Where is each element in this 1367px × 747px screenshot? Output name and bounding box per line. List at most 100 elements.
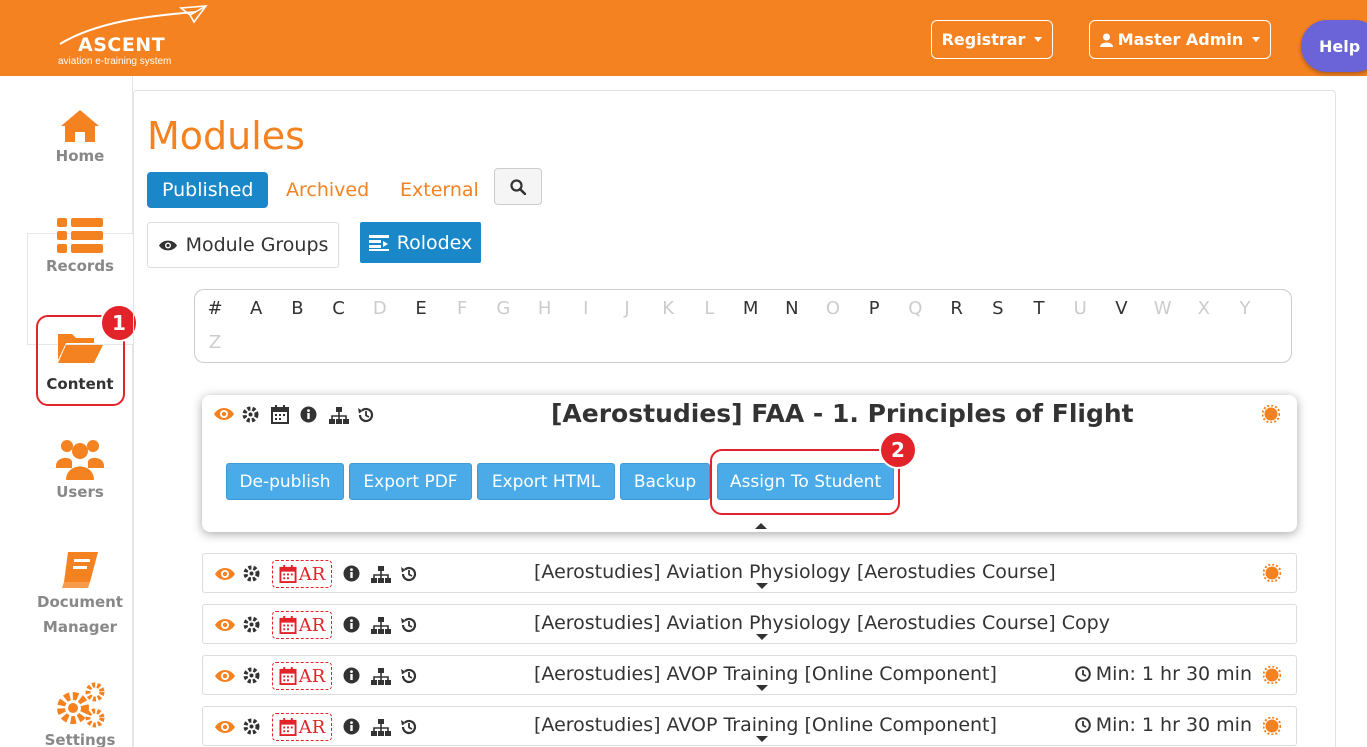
module-title[interactable]: [Aerostudies] Aviation Physiology [Aeros… — [534, 561, 1056, 583]
sitemap-icon[interactable] — [329, 407, 349, 424]
alphabet-letter[interactable]: C — [329, 298, 349, 319]
gear-icon[interactable] — [243, 667, 260, 684]
module-title[interactable]: [Aerostudies] AVOP Training [Online Comp… — [534, 714, 997, 736]
info-icon[interactable] — [300, 406, 317, 423]
alphabet-letter[interactable]: E — [411, 298, 431, 319]
alphabet-letter[interactable]: M — [741, 298, 761, 319]
ar-label: AR — [298, 665, 326, 687]
info-icon[interactable] — [343, 667, 360, 684]
history-icon[interactable] — [400, 718, 418, 736]
gear-icon[interactable] — [243, 718, 260, 735]
rolodex-label: Rolodex — [396, 231, 473, 254]
alphabet-letter: Y — [1239, 298, 1251, 319]
info-icon[interactable] — [343, 616, 360, 633]
caret-down-icon — [1034, 37, 1043, 42]
registrar-dropdown[interactable]: Registrar — [931, 20, 1053, 59]
clock-icon — [1074, 717, 1091, 733]
table-row[interactable]: AR [Aerostudies] AVOP Training [Online Co… — [202, 655, 1297, 695]
export-pdf-button[interactable]: Export PDF — [349, 463, 472, 500]
tab-archived[interactable]: Archived — [271, 172, 384, 208]
table-row[interactable]: AR [Aerostudies] AVOP Training [Online Co… — [202, 706, 1297, 746]
search-icon — [510, 178, 526, 195]
eye-icon[interactable] — [214, 566, 236, 582]
tab-external[interactable]: External — [385, 172, 494, 208]
expand-caret-icon[interactable] — [756, 736, 768, 742]
alphabet-letter[interactable]: T — [1029, 298, 1049, 319]
access-restriction-badge[interactable]: AR — [272, 713, 332, 741]
alphabet-letter: H — [537, 298, 552, 319]
users-icon — [56, 440, 104, 480]
help-button[interactable]: Help — [1301, 20, 1367, 72]
tab-published[interactable]: Published — [147, 172, 269, 208]
alphabet-letter: X — [1197, 298, 1210, 319]
sidebar — [0, 76, 133, 747]
calendar-icon — [279, 718, 297, 736]
ar-label: AR — [298, 614, 326, 636]
alphabet-letter: G — [496, 298, 511, 319]
alphabet-letter[interactable]: N — [782, 298, 802, 319]
calendar-icon — [279, 667, 297, 685]
export-html-button[interactable]: Export HTML — [477, 463, 615, 500]
history-icon[interactable] — [400, 667, 418, 685]
expand-caret-icon[interactable] — [756, 685, 768, 691]
eye-icon[interactable] — [214, 617, 236, 633]
expand-caret-icon[interactable] — [756, 583, 768, 589]
access-restriction-badge[interactable]: AR — [272, 560, 332, 588]
alphabet-letter: F — [457, 298, 468, 319]
sitemap-icon[interactable] — [371, 566, 391, 583]
list-icon — [57, 218, 103, 253]
alphabet-letter[interactable]: P — [864, 298, 884, 319]
search-button[interactable] — [494, 168, 542, 205]
rolodex-button[interactable]: Rolodex — [360, 222, 481, 263]
top-bar: ASCENT aviation e-training system Regist… — [0, 0, 1367, 76]
gear-icon[interactable] — [243, 616, 260, 633]
calendar-icon[interactable] — [271, 405, 289, 424]
sitemap-icon[interactable] — [371, 719, 391, 736]
info-icon[interactable] — [343, 565, 360, 582]
module-groups-button[interactable]: Module Groups — [147, 222, 339, 268]
calendar-icon — [279, 616, 297, 634]
status-badge-icon — [1263, 717, 1281, 735]
logo-text: ASCENT — [78, 34, 166, 56]
collapse-caret-icon[interactable] — [755, 523, 767, 529]
user-icon — [1099, 33, 1113, 47]
alphabet-letter[interactable]: S — [988, 298, 1008, 319]
depublish-button[interactable]: De-publish — [226, 463, 344, 500]
alphabet-letter[interactable]: V — [1111, 298, 1131, 319]
step-badge-2: 2 — [879, 431, 917, 469]
alphabet-letter: W — [1153, 298, 1172, 319]
alphabet-letter[interactable]: A — [246, 298, 266, 319]
table-row[interactable]: AR [Aerostudies] Aviation Physiology [Aer… — [202, 553, 1297, 593]
alphabet-letter: L — [704, 298, 715, 319]
alphabet-letter[interactable]: R — [947, 298, 967, 319]
eye-icon[interactable] — [213, 406, 235, 422]
alphabet-letter: D — [372, 298, 387, 319]
sitemap-icon[interactable] — [371, 668, 391, 685]
info-icon[interactable] — [343, 718, 360, 735]
backup-button[interactable]: Backup — [620, 463, 710, 500]
logo-subtitle: aviation e-training system — [58, 56, 172, 67]
access-restriction-badge[interactable]: AR — [272, 662, 332, 690]
module-title[interactable]: [Aerostudies] Aviation Physiology [Aeros… — [534, 612, 1110, 634]
module-groups-label: Module Groups — [185, 234, 329, 256]
calendar-icon — [279, 565, 297, 583]
gear-icon[interactable] — [242, 406, 259, 423]
table-row[interactable]: AR [Aerostudies] Aviation Physiology [Aer… — [202, 604, 1297, 644]
sitemap-icon[interactable] — [371, 617, 391, 634]
access-restriction-badge[interactable]: AR — [272, 611, 332, 639]
eye-icon[interactable] — [214, 668, 236, 684]
module-title[interactable]: [Aerostudies] AVOP Training [Online Comp… — [534, 663, 997, 685]
alphabet-letter[interactable]: # — [205, 298, 225, 319]
alphabet-letter: I — [583, 298, 589, 319]
home-icon — [61, 110, 99, 142]
rolodex-icon — [368, 234, 389, 251]
gear-icon[interactable] — [243, 565, 260, 582]
history-icon[interactable] — [357, 406, 375, 424]
alphabet-letter: J — [624, 298, 630, 319]
alphabet-letter[interactable]: B — [287, 298, 307, 319]
eye-icon[interactable] — [214, 719, 236, 735]
expand-caret-icon[interactable] — [756, 634, 768, 640]
history-icon[interactable] — [400, 616, 418, 634]
history-icon[interactable] — [400, 565, 418, 583]
user-menu-dropdown[interactable]: Master Admin — [1089, 20, 1271, 59]
